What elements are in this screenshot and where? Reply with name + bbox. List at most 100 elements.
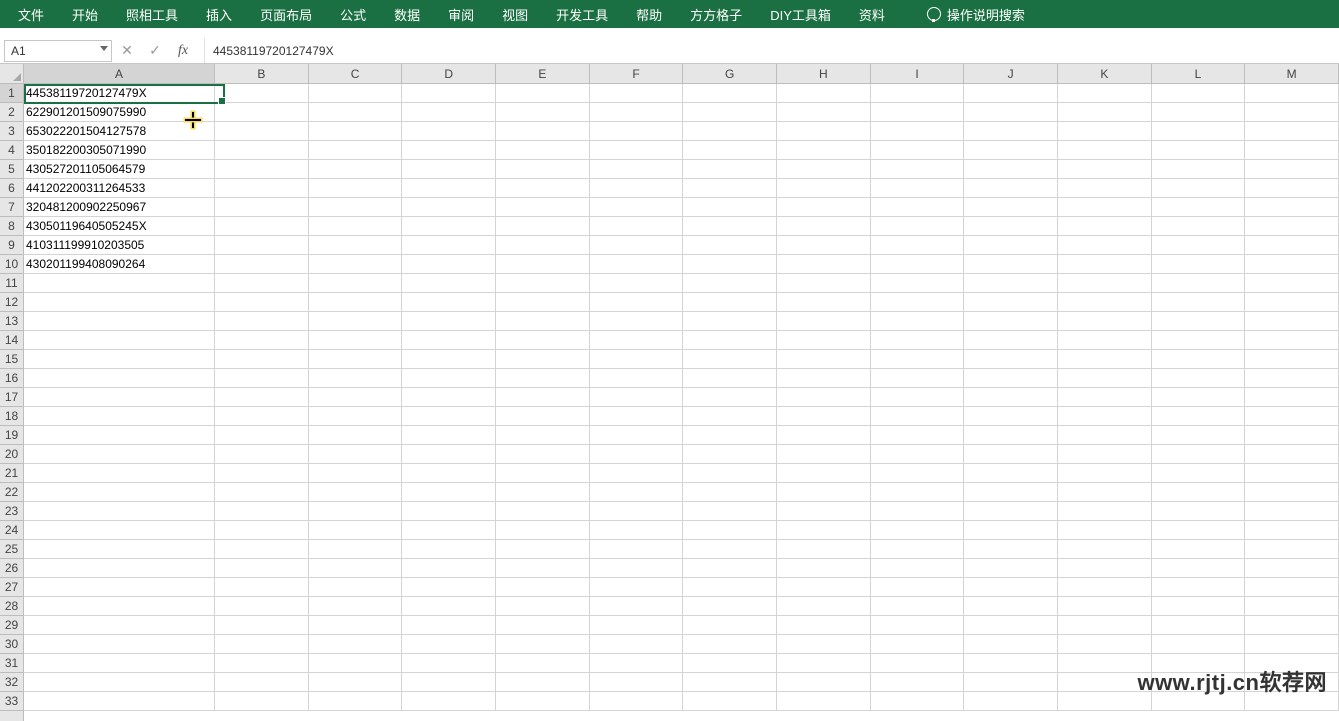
cell-G15[interactable] bbox=[683, 350, 777, 369]
cell-M18[interactable] bbox=[1245, 407, 1339, 426]
cell-B27[interactable] bbox=[215, 578, 309, 597]
cell-I28[interactable] bbox=[871, 597, 965, 616]
cell-G30[interactable] bbox=[683, 635, 777, 654]
cell-E3[interactable] bbox=[496, 122, 590, 141]
cell-B31[interactable] bbox=[215, 654, 309, 673]
cell-F32[interactable] bbox=[590, 673, 684, 692]
cell-I24[interactable] bbox=[871, 521, 965, 540]
cell-F31[interactable] bbox=[590, 654, 684, 673]
cell-M19[interactable] bbox=[1245, 426, 1339, 445]
cell-J14[interactable] bbox=[964, 331, 1058, 350]
tell-me[interactable]: 操作说明搜索 bbox=[913, 0, 1039, 28]
row-header-12[interactable]: 12 bbox=[0, 293, 23, 312]
cell-E33[interactable] bbox=[496, 692, 590, 711]
col-header-H[interactable]: H bbox=[777, 64, 871, 83]
cell-L24[interactable] bbox=[1152, 521, 1246, 540]
cell-H8[interactable] bbox=[777, 217, 871, 236]
ribbon-tab-7[interactable]: 审阅 bbox=[434, 0, 488, 28]
row-header-21[interactable]: 21 bbox=[0, 464, 23, 483]
cell-B22[interactable] bbox=[215, 483, 309, 502]
cell-M17[interactable] bbox=[1245, 388, 1339, 407]
cell-A18[interactable] bbox=[24, 407, 215, 426]
cell-A11[interactable] bbox=[24, 274, 215, 293]
cell-M14[interactable] bbox=[1245, 331, 1339, 350]
cell-I23[interactable] bbox=[871, 502, 965, 521]
cell-D24[interactable] bbox=[402, 521, 496, 540]
cell-F6[interactable] bbox=[590, 179, 684, 198]
cell-L17[interactable] bbox=[1152, 388, 1246, 407]
cell-G3[interactable] bbox=[683, 122, 777, 141]
row-header-10[interactable]: 10 bbox=[0, 255, 23, 274]
cell-M28[interactable] bbox=[1245, 597, 1339, 616]
cell-B24[interactable] bbox=[215, 521, 309, 540]
cell-B33[interactable] bbox=[215, 692, 309, 711]
cell-M10[interactable] bbox=[1245, 255, 1339, 274]
cell-D33[interactable] bbox=[402, 692, 496, 711]
row-header-20[interactable]: 20 bbox=[0, 445, 23, 464]
cell-G24[interactable] bbox=[683, 521, 777, 540]
cell-I21[interactable] bbox=[871, 464, 965, 483]
cell-D20[interactable] bbox=[402, 445, 496, 464]
cell-B13[interactable] bbox=[215, 312, 309, 331]
cell-E11[interactable] bbox=[496, 274, 590, 293]
cell-G9[interactable] bbox=[683, 236, 777, 255]
cell-C28[interactable] bbox=[309, 597, 403, 616]
cell-H32[interactable] bbox=[777, 673, 871, 692]
cell-L1[interactable] bbox=[1152, 84, 1246, 103]
cell-L8[interactable] bbox=[1152, 217, 1246, 236]
cell-F22[interactable] bbox=[590, 483, 684, 502]
cell-I26[interactable] bbox=[871, 559, 965, 578]
col-header-C[interactable]: C bbox=[309, 64, 403, 83]
cell-A14[interactable] bbox=[24, 331, 215, 350]
cell-L27[interactable] bbox=[1152, 578, 1246, 597]
cell-C30[interactable] bbox=[309, 635, 403, 654]
cell-F23[interactable] bbox=[590, 502, 684, 521]
cell-H18[interactable] bbox=[777, 407, 871, 426]
cell-L2[interactable] bbox=[1152, 103, 1246, 122]
cell-H3[interactable] bbox=[777, 122, 871, 141]
cell-M21[interactable] bbox=[1245, 464, 1339, 483]
cell-D15[interactable] bbox=[402, 350, 496, 369]
cell-K29[interactable] bbox=[1058, 616, 1152, 635]
cell-D3[interactable] bbox=[402, 122, 496, 141]
cell-E20[interactable] bbox=[496, 445, 590, 464]
cell-L28[interactable] bbox=[1152, 597, 1246, 616]
cell-M23[interactable] bbox=[1245, 502, 1339, 521]
cell-I1[interactable] bbox=[871, 84, 965, 103]
cell-D16[interactable] bbox=[402, 369, 496, 388]
cell-J22[interactable] bbox=[964, 483, 1058, 502]
cell-K26[interactable] bbox=[1058, 559, 1152, 578]
cell-H16[interactable] bbox=[777, 369, 871, 388]
cell-H10[interactable] bbox=[777, 255, 871, 274]
cell-D23[interactable] bbox=[402, 502, 496, 521]
cell-C5[interactable] bbox=[309, 160, 403, 179]
cell-J30[interactable] bbox=[964, 635, 1058, 654]
cell-L23[interactable] bbox=[1152, 502, 1246, 521]
cell-E4[interactable] bbox=[496, 141, 590, 160]
cell-B6[interactable] bbox=[215, 179, 309, 198]
cell-A27[interactable] bbox=[24, 578, 215, 597]
cell-H28[interactable] bbox=[777, 597, 871, 616]
cell-K23[interactable] bbox=[1058, 502, 1152, 521]
cell-D10[interactable] bbox=[402, 255, 496, 274]
row-header-27[interactable]: 27 bbox=[0, 578, 23, 597]
cell-D7[interactable] bbox=[402, 198, 496, 217]
cell-J10[interactable] bbox=[964, 255, 1058, 274]
cell-E12[interactable] bbox=[496, 293, 590, 312]
row-header-1[interactable]: 1 bbox=[0, 84, 23, 103]
cell-M6[interactable] bbox=[1245, 179, 1339, 198]
row-header-26[interactable]: 26 bbox=[0, 559, 23, 578]
row-header-3[interactable]: 3 bbox=[0, 122, 23, 141]
fx-icon[interactable]: fx bbox=[176, 43, 190, 59]
cell-E22[interactable] bbox=[496, 483, 590, 502]
cell-A25[interactable] bbox=[24, 540, 215, 559]
cell-A8[interactable]: 43050119640505245X bbox=[24, 217, 215, 236]
cell-J33[interactable] bbox=[964, 692, 1058, 711]
cell-G16[interactable] bbox=[683, 369, 777, 388]
cell-D32[interactable] bbox=[402, 673, 496, 692]
cell-F17[interactable] bbox=[590, 388, 684, 407]
cell-B5[interactable] bbox=[215, 160, 309, 179]
cell-K25[interactable] bbox=[1058, 540, 1152, 559]
row-header-32[interactable]: 32 bbox=[0, 673, 23, 692]
cell-H25[interactable] bbox=[777, 540, 871, 559]
